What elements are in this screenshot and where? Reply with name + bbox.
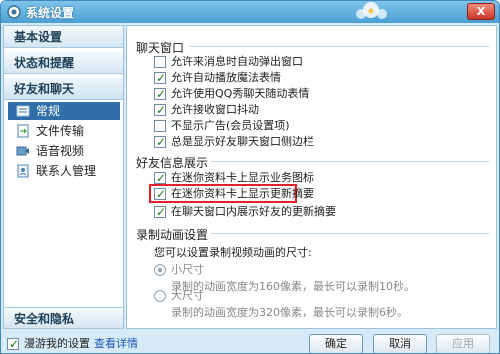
recording-prompt: 您可以设置录制视频动画的尺寸: xyxy=(154,246,312,259)
option-label: 在迷你资料卡上显示更新摘要 xyxy=(171,187,314,200)
sidebar: 基本设置 状态和提醒 好友和聊天 常规 文件传输 语音视频 联系人管理 安全和隐… xyxy=(3,25,124,329)
checkbox-checked[interactable] xyxy=(154,204,166,220)
section-divider xyxy=(211,233,489,234)
file-transfer-icon xyxy=(17,124,29,138)
gear-icon xyxy=(7,5,21,19)
sidebar-item-label: 常规 xyxy=(36,104,61,118)
sidebar-category-basic[interactable]: 基本设置 xyxy=(4,26,123,48)
window-title: 系统设置 xyxy=(26,6,75,20)
settings-icon xyxy=(16,105,30,117)
checkbox-unchecked[interactable] xyxy=(154,56,166,68)
roam-label: 漫游我的设置 xyxy=(24,337,90,350)
radio-note: 录制的动画宽度为320像素，最长可以录制6秒。 xyxy=(171,306,408,319)
sidebar-item-file-transfer[interactable]: 文件传输 xyxy=(8,122,120,140)
roam-settings-label: 漫游我的设置 查看详情 xyxy=(24,336,138,352)
checkbox-checked[interactable] xyxy=(154,86,166,102)
cancel-button[interactable]: 取消 xyxy=(373,334,427,353)
option-label: 在聊天窗口内展示好友的更新摘要 xyxy=(171,205,336,218)
contacts-icon xyxy=(17,164,29,178)
sidebar-item-audio-video[interactable]: 语音视频 xyxy=(8,142,120,160)
radio-selected[interactable] xyxy=(154,264,166,276)
option-label: 允许来消息时自动弹出窗口 xyxy=(171,55,303,68)
audio-video-icon xyxy=(16,146,29,156)
sidebar-category-friends-chat[interactable]: 好友和聊天 xyxy=(4,78,123,100)
details-link[interactable]: 查看详情 xyxy=(94,337,138,350)
radio-note: 录制的动画宽度为160像素，最长可以录制10秒。 xyxy=(171,280,415,293)
checkbox-checked[interactable] xyxy=(154,186,166,202)
radio-label: 大尺寸 xyxy=(171,289,204,302)
section-title-recording: 录制动画设置 xyxy=(136,228,209,242)
settings-window: 系统设置 X 基本设置 状态和提醒 好友和聊天 常规 文件传输 语音视频 联系人… xyxy=(0,0,500,354)
option-label: 不显示广告(会员设置项) xyxy=(171,119,290,132)
checkbox-unchecked[interactable] xyxy=(154,120,166,132)
option-label: 总是显示好友聊天窗口侧边栏 xyxy=(171,135,314,148)
settings-panel: 聊天窗口 允许来消息时自动弹出窗口 允许自动播放魔法表情 允许使用QQ秀聊天随动… xyxy=(126,25,497,329)
section-divider xyxy=(211,161,489,162)
option-label: 允许接收窗口抖动 xyxy=(171,103,259,116)
title-bar[interactable]: 系统设置 X xyxy=(1,1,499,23)
sidebar-category-security[interactable]: 安全和隐私 xyxy=(4,307,123,329)
close-button[interactable]: X xyxy=(467,3,495,20)
checkbox-checked[interactable] xyxy=(154,102,166,118)
sidebar-item-contacts[interactable]: 联系人管理 xyxy=(8,162,120,180)
sidebar-category-status[interactable]: 状态和提醒 xyxy=(4,52,123,74)
flower-decoration-icon xyxy=(356,2,387,19)
ok-button[interactable]: 确定 xyxy=(309,334,363,353)
option-label: 允许使用QQ秀聊天随动表情 xyxy=(171,87,310,100)
sidebar-item-label: 语音视频 xyxy=(36,144,85,158)
radio-label: 小尺寸 xyxy=(171,263,204,276)
checkbox-checked[interactable] xyxy=(154,70,166,86)
checkbox-checked[interactable] xyxy=(154,134,166,150)
sidebar-item-general[interactable]: 常规 xyxy=(8,102,120,120)
section-title-friend-info: 好友信息展示 xyxy=(136,156,209,170)
apply-button[interactable]: 应用 xyxy=(436,334,490,353)
checkbox-checked[interactable] xyxy=(154,170,166,186)
option-label: 允许自动播放魔法表情 xyxy=(171,71,281,84)
checkbox-checked[interactable] xyxy=(7,336,19,352)
radio-unselected[interactable] xyxy=(154,290,166,302)
sidebar-item-label: 联系人管理 xyxy=(36,164,97,178)
section-divider xyxy=(189,46,489,47)
sidebar-item-label: 文件传输 xyxy=(36,124,85,138)
